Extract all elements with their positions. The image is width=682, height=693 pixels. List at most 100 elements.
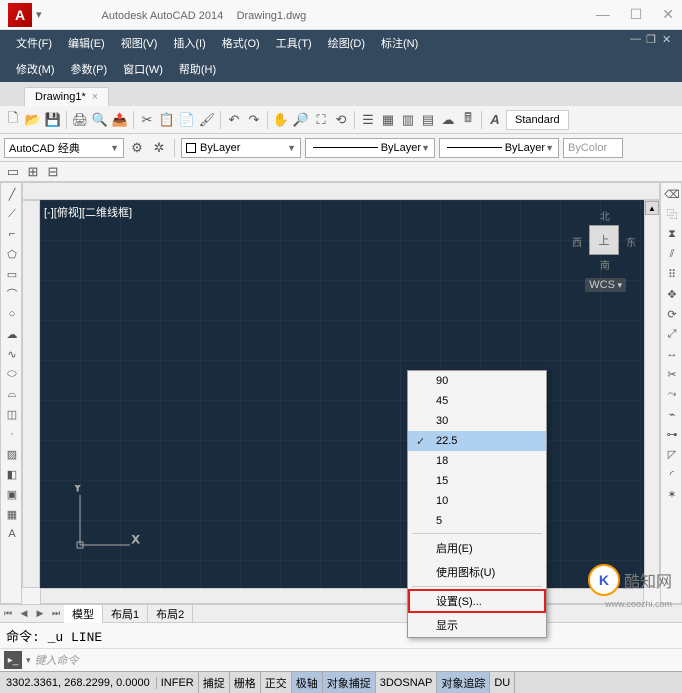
menu-insert[interactable]: 插入(I) [165,33,213,53]
point-icon[interactable]: · [3,425,21,443]
menu-modify[interactable]: 修改(M) [8,59,63,79]
text-icon[interactable]: A [3,525,21,543]
sheetset-icon[interactable]: ▤ [419,111,437,129]
linetype-combo[interactable]: ByLayer ▼ [305,138,435,158]
viewcube-east[interactable]: 东 [626,234,636,249]
paste-icon[interactable]: 📄 [178,111,196,129]
break-icon[interactable]: ⌁ [663,405,681,423]
stretch-icon[interactable]: ↔ [663,345,681,363]
cm-angle-30[interactable]: 30 [408,411,546,431]
status-3dosnap[interactable]: 3DOSNAP [376,672,438,693]
menu-dimension[interactable]: 标注(N) [373,33,426,53]
textstyle-combo[interactable]: Standard [506,110,569,130]
region-icon[interactable]: ▣ [3,485,21,503]
scrollbar-horizontal[interactable] [40,588,644,604]
scrollbar-vertical[interactable]: ▲ [644,200,660,588]
revcloud-icon[interactable]: ☁ [3,325,21,343]
wcs-label[interactable]: WCS ▾ [585,278,626,292]
table-icon[interactable]: ▦ [3,505,21,523]
copy-icon[interactable]: 📋 [158,111,176,129]
workspace-combo[interactable]: AutoCAD 经典 ▼ [4,138,124,158]
viewport-label[interactable]: [-][俯视][二维线框] [44,204,132,220]
layout-next-icon[interactable]: ▶ [32,606,48,622]
qat-dropdown-icon[interactable]: ▾ [36,8,42,21]
zoom-window-icon[interactable]: ⛶ [312,111,330,129]
preview-icon[interactable]: 🔍 [91,111,109,129]
close-button[interactable]: ✕ [662,6,674,23]
layer-color-combo[interactable]: ByLayer ▼ [181,138,301,158]
viewcube-west[interactable]: 西 [572,234,582,249]
menu-tools[interactable]: 工具(T) [268,33,320,53]
block-icon[interactable]: ◫ [3,405,21,423]
menu-format[interactable]: 格式(O) [214,33,268,53]
cm-display[interactable]: 显示 [408,613,546,637]
status-coords[interactable]: 3302.3361, 268.2299, 0.0000 [0,677,157,689]
status-snap[interactable]: 捕捉 [199,672,230,693]
file-tab-close-icon[interactable]: × [92,91,98,103]
workspace-gear-icon[interactable]: ⚙ [128,139,146,157]
doc-close-icon[interactable]: ✕ [662,33,674,45]
cm-enable[interactable]: 启用(E) [408,536,546,560]
properties-icon[interactable]: ☰ [359,111,377,129]
status-du[interactable]: DU [490,672,515,693]
cm-angle-5[interactable]: 5 [408,511,546,531]
layout-last-icon[interactable]: ⏭ [48,606,64,622]
offset-icon[interactable]: ⫽ [663,245,681,263]
calc-icon[interactable]: 🖩 [459,111,477,129]
join-icon[interactable]: ⊶ [663,425,681,443]
command-input[interactable]: 键入命令 [35,652,678,668]
viewcube-top[interactable]: 上 [589,225,619,255]
cm-angle-10[interactable]: 10 [408,491,546,511]
gradient-icon[interactable]: ◧ [3,465,21,483]
drawing-canvas[interactable]: [-][俯视][二维线框] 北 南 东 西 上 WCS ▾ Y X [40,200,644,588]
trim-icon[interactable]: ✂ [663,365,681,383]
polyline-icon[interactable]: ⌐ [3,225,21,243]
redo-icon[interactable]: ↷ [245,111,263,129]
status-infer[interactable]: INFER [157,672,199,693]
pan-icon[interactable]: ✋ [272,111,290,129]
xline-icon[interactable]: ⟋ [3,205,21,223]
markup-icon[interactable]: ☁ [439,111,457,129]
print-icon[interactable]: 🖨 [71,111,89,129]
rectangle-icon[interactable]: ▭ [3,265,21,283]
menu-edit[interactable]: 编辑(E) [60,33,113,53]
lineweight-combo[interactable]: ByLayer ▼ [439,138,559,158]
viewport-multi-icon[interactable]: ⊞ [24,163,42,181]
viewcube[interactable]: 北 南 东 西 上 [574,210,634,270]
erase-icon[interactable]: ⌫ [663,185,681,203]
ellipsearc-icon[interactable]: ⌓ [3,385,21,403]
maximize-button[interactable]: ☐ [630,6,643,23]
extend-icon[interactable]: ⤳ [663,385,681,403]
command-history-dropdown-icon[interactable]: ▾ [26,655,31,666]
save-icon[interactable]: 💾 [44,111,62,129]
scale-icon[interactable]: ⤢ [663,325,681,343]
match-icon[interactable]: 🖌 [198,111,216,129]
layout-tab-model[interactable]: 模型 [64,605,103,623]
toolpalette-icon[interactable]: ▥ [399,111,417,129]
cm-angle-15[interactable]: 15 [408,471,546,491]
spline-icon[interactable]: ∿ [3,345,21,363]
open-icon[interactable]: 📂 [24,111,42,129]
copy-obj-icon[interactable]: ⿻ [663,205,681,223]
zoom-realtime-icon[interactable]: 🔎 [292,111,310,129]
viewport-join-icon[interactable]: ⊟ [44,163,62,181]
arc-icon[interactable]: ⌒ [3,285,21,303]
app-logo[interactable]: A [8,3,32,27]
line-icon[interactable]: ╱ [3,185,21,203]
textstyle-icon[interactable]: A [486,111,504,129]
zoom-prev-icon[interactable]: ⟲ [332,111,350,129]
move-icon[interactable]: ✥ [663,285,681,303]
designcenter-icon[interactable]: ▦ [379,111,397,129]
explode-icon[interactable]: ✶ [663,485,681,503]
minimize-button[interactable]: — [596,6,610,23]
plotstyle-combo[interactable]: ByColor [563,138,623,158]
viewcube-south[interactable]: 南 [600,257,610,272]
status-otrack[interactable]: 对象追踪 [437,672,490,693]
command-prompt-icon[interactable]: ▸_ [4,651,22,669]
cm-angle-22-5[interactable]: 22.5 [408,431,546,451]
workspace-settings-icon[interactable]: ✲ [150,139,168,157]
rotate-icon[interactable]: ⟳ [663,305,681,323]
layout-prev-icon[interactable]: ◀ [16,606,32,622]
undo-icon[interactable]: ↶ [225,111,243,129]
menu-window[interactable]: 窗口(W) [115,59,171,79]
